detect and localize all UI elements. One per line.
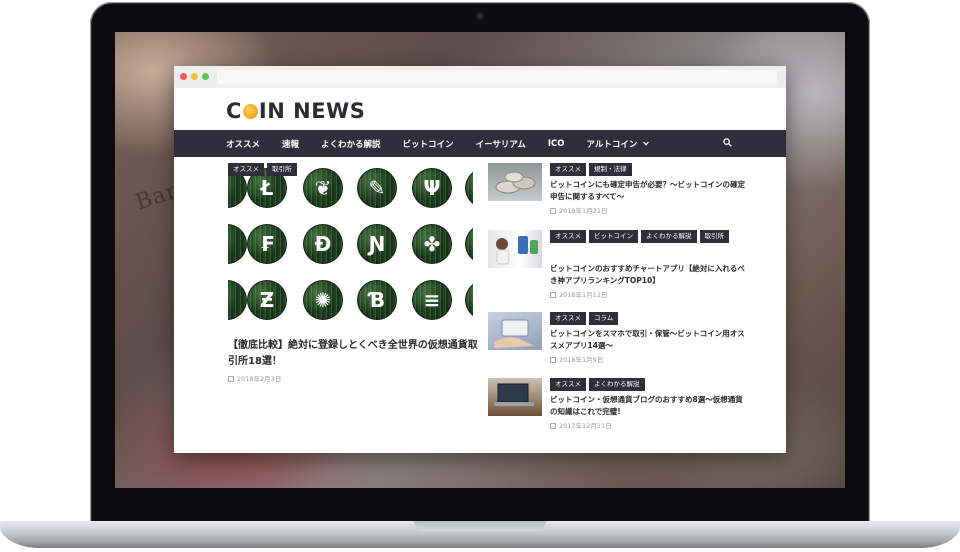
tag-kaisetsu[interactable]: よくわかる解説 [641, 230, 697, 243]
calendar-icon [550, 292, 556, 298]
featured-date: 2018年2月3日 [228, 373, 281, 383]
tag-osusume[interactable]: オススメ [550, 312, 586, 325]
article-thumbnail[interactable] [488, 378, 542, 416]
crypto-coin-icon [228, 281, 246, 319]
tag-column[interactable]: コラム [589, 312, 619, 325]
calendar-icon [550, 423, 556, 429]
smartphone-hand-image [494, 319, 534, 348]
article-thumbnail[interactable] [488, 163, 542, 201]
main-content: Ł ❦ ✎ Ψ ₣ Ð Ɲ ✤ Ƶ ✺ Ɓ ≡ オススメ 取引所 【徹底比較】絶対に登録しとくべき全世… [174, 157, 786, 453]
crypto-coin-icon: ✺ [304, 281, 342, 319]
main-nav: オススメ 速報 よくわかる解説 ビットコイン イーサリアム ICO アルトコイン [174, 130, 786, 157]
nav-item-sokuho[interactable]: 速報 [282, 138, 299, 150]
site-logo[interactable]: C IN NEWS [226, 99, 365, 123]
article-date-text: 2017年12月21日 [559, 422, 612, 430]
person-phone-image [496, 236, 538, 265]
tag-osusume[interactable]: オススメ [550, 163, 586, 176]
crypto-coin-icon: Ψ [413, 169, 451, 207]
featured-title[interactable]: 【徹底比較】絶対に登録しとくべき全世界の仮想通貨取引所18選！ [228, 338, 478, 370]
crypto-coin-icon [466, 281, 473, 319]
tag-bitcoin[interactable]: ビットコイン [589, 230, 638, 243]
calendar-icon [228, 376, 234, 382]
logo-suffix: IN NEWS [258, 99, 366, 123]
chevron-down-icon [643, 141, 650, 146]
article-item: オススメ よくわかる解説 ビットコイン・仮想通貨ブログのおすすめ8選〜仮想通貨の… [488, 378, 778, 438]
article-thumbnail[interactable] [488, 312, 542, 350]
browser-window: C IN NEWS オススメ 速報 よくわかる解説 ビットコイン イーサリアム … [174, 66, 786, 453]
nav-item-bitcoin[interactable]: ビットコイン [403, 138, 454, 150]
search-icon[interactable] [723, 138, 732, 147]
article-item: オススメ コラム ビットコインをスマホで取引・保管〜ビットコイン用オススメアプリ… [488, 312, 778, 367]
tag-torihikijo[interactable]: 取引所 [699, 230, 729, 243]
crypto-coin-icon: ≡ [413, 281, 451, 319]
crypto-coin-icon [228, 225, 246, 263]
tag-osusume[interactable]: オススメ [550, 378, 586, 391]
tag-osusume[interactable]: オススメ [550, 230, 586, 243]
nav-item-kaisetsu[interactable]: よくわかる解説 [321, 138, 381, 150]
bitcoin-coins-image [495, 171, 536, 194]
article-tags: オススメ コラム [550, 312, 760, 325]
address-bar[interactable] [217, 70, 777, 84]
crypto-coin-icon: Ɓ [358, 281, 396, 319]
article-title[interactable]: ビットコインのおすすめチャートアプリ【絶対に入れるべき神アプリランキングTOP1… [550, 263, 750, 287]
site-header: C IN NEWS [174, 88, 786, 130]
crypto-coin-icon: ✤ [413, 225, 451, 263]
nav-item-osusume[interactable]: オススメ [226, 138, 260, 150]
article-date-text: 2018年1月21日 [559, 207, 608, 215]
article-date: 2018年1月12日 [550, 289, 607, 299]
article-thumbnail[interactable] [488, 230, 542, 268]
article-date: 2017年12月21日 [550, 420, 612, 430]
laptop-base [0, 521, 960, 548]
nav-item-altcoin[interactable]: アルトコイン [586, 138, 650, 150]
crypto-coin-icon [466, 169, 473, 207]
tag-osusume[interactable]: オススメ [228, 163, 264, 176]
maximize-window-button[interactable] [202, 73, 209, 80]
article-title[interactable]: ビットコインにも確定申告が必要？〜ビットコインの確定申告に関するすべて〜 [550, 179, 750, 203]
article-date-text: 2018年1月12日 [559, 291, 608, 299]
tag-torihikijo[interactable]: 取引所 [267, 163, 297, 176]
article-date: 2018年1月9日 [550, 354, 603, 364]
article-tags: オススメ 規制・法律 [550, 163, 760, 176]
article-item: オススメ ビットコイン よくわかる解説 取引所 ビットコインのおすすめチャートア… [488, 230, 778, 300]
article-title[interactable]: ビットコインをスマホで取引・保管〜ビットコイン用オススメアプリ14選〜 [550, 328, 750, 352]
crypto-coin-icon: Ð [304, 225, 342, 263]
crypto-coin-icon: ✎ [358, 169, 396, 207]
logo-prefix: C [226, 99, 242, 123]
article-date-text: 2018年1月9日 [559, 356, 604, 364]
article-item: オススメ 規制・法律 ビットコインにも確定申告が必要？〜ビットコインの確定申告に… [488, 163, 778, 223]
calendar-icon [550, 208, 556, 214]
nav-item-ico[interactable]: ICO [548, 139, 565, 149]
close-window-button[interactable] [180, 73, 187, 80]
crypto-coin-icon [466, 225, 473, 263]
browser-titlebar [174, 66, 786, 88]
article-title[interactable]: ビットコイン・仮想通貨ブログのおすすめ8選〜仮想通貨の知識はこれで完璧! [550, 394, 750, 418]
featured-tags: オススメ 取引所 [228, 163, 297, 176]
crypto-coin-icon: ❦ [304, 169, 342, 207]
tag-kisei-horitsu[interactable]: 規制・法律 [589, 163, 632, 176]
laptop-notch [414, 521, 546, 531]
minimize-window-button[interactable] [191, 73, 198, 80]
featured-date-text: 2018年2月3日 [237, 375, 282, 383]
featured-image[interactable]: Ł ❦ ✎ Ψ ₣ Ð Ɲ ✤ Ƶ ✺ Ɓ ≡ [228, 163, 473, 328]
camera-icon [476, 12, 484, 20]
laptop-desk-image [494, 383, 534, 406]
tag-kaisetsu[interactable]: よくわかる解説 [589, 378, 645, 391]
article-tags: オススメ よくわかる解説 [550, 378, 760, 391]
calendar-icon [550, 357, 556, 363]
nav-item-altcoin-label: アルトコイン [586, 139, 638, 150]
nav-item-ethereum[interactable]: イーサリアム [476, 138, 526, 150]
coin-logo-icon [242, 103, 258, 119]
article-date: 2018年1月21日 [550, 205, 607, 215]
crypto-coin-icon: ₣ [248, 225, 286, 263]
article-tags: オススメ ビットコイン よくわかる解説 取引所 [550, 230, 760, 243]
crypto-coin-icon: Ɲ [358, 225, 396, 263]
crypto-coin-icon: Ƶ [248, 281, 286, 319]
